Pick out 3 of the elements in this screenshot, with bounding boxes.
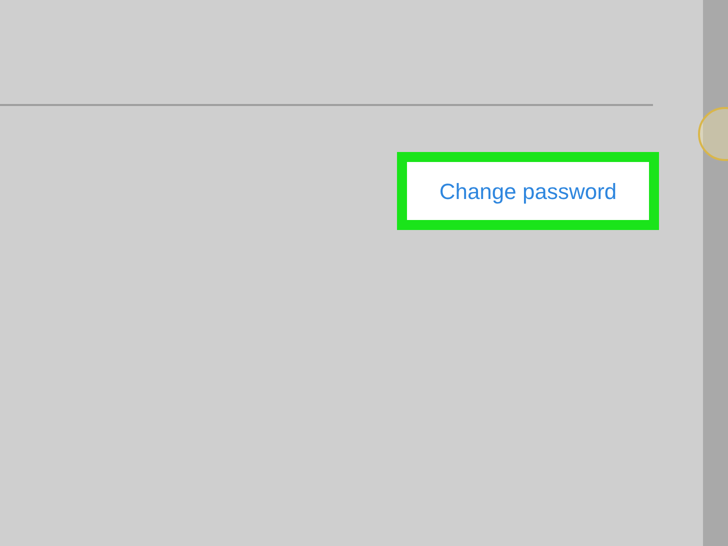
touch-indicator-icon <box>697 106 728 162</box>
scrollbar[interactable] <box>703 0 728 546</box>
change-password-link[interactable]: Change password <box>439 174 617 208</box>
